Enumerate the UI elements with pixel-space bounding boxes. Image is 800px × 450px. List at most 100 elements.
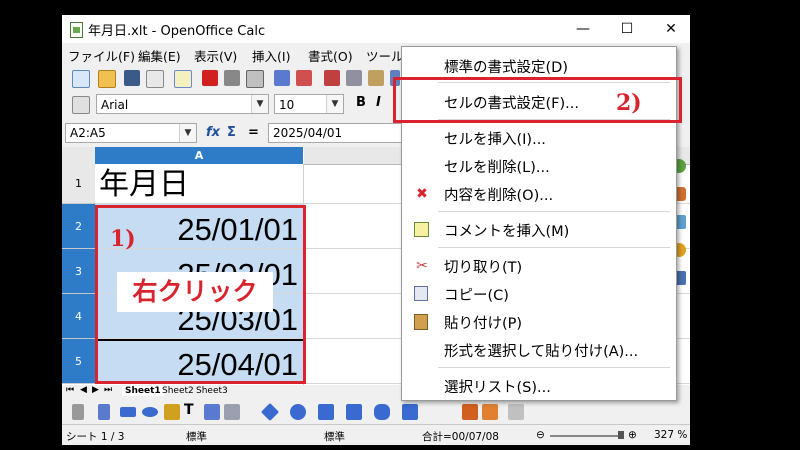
formula-input[interactable]: 2025/04/01 [268,123,402,143]
preview-icon[interactable] [246,70,264,88]
next-sheet-icon[interactable]: ▶ [92,385,99,395]
new-icon[interactable] [72,70,90,88]
menu-item-paste-special[interactable]: 形式を選択して貼り付け(A)... [402,335,676,363]
styles-icon[interactable] [72,96,90,114]
scissors-icon: ✂ [416,258,428,274]
save-icon[interactable] [124,70,140,86]
symbol-shapes-icon[interactable] [290,404,306,420]
tab-sheet3[interactable]: Sheet3 [196,386,228,396]
last-sheet-icon[interactable]: ⏭ [104,385,112,395]
block-arrows-icon[interactable] [318,404,334,420]
row-header-5[interactable]: 5 [62,339,95,384]
formula-bar: A2:A5 ▼ fx Σ = 2025/04/01 [62,121,402,145]
spellcheck-icon[interactable] [274,70,290,86]
select-all-corner[interactable] [62,147,96,165]
bold-button[interactable]: B [356,95,366,110]
from-file-icon[interactable] [462,404,478,420]
annotation-step1: 1) [110,226,136,252]
menu-item-label: 標準の書式設定(D) [444,60,568,76]
tab-sheet1[interactable]: Sheet1 [122,386,164,396]
stars-icon[interactable] [402,404,418,420]
font-size-value: 10 [279,98,295,112]
zoom-out-icon[interactable]: ⊖ [536,429,545,441]
name-box[interactable]: A2:A5 ▼ [65,123,197,143]
zoom-in-icon[interactable]: ⊕ [628,429,637,441]
menu-view[interactable]: 表示(V) [194,46,237,65]
sum-icon[interactable]: Σ [227,125,236,140]
freeform-icon[interactable] [164,404,180,420]
menu-item-label: 貼り付け(P) [444,316,523,332]
cut-icon[interactable] [324,70,340,86]
row-header-4[interactable]: 4 [62,294,95,339]
comment-icon [414,222,429,237]
menu-item-delete-contents[interactable]: ✖ 内容を削除(O)... [402,179,676,207]
font-size-box[interactable]: 10 ▼ [274,94,344,114]
chevron-down-icon[interactable]: ▼ [251,95,268,113]
standard-toolbar [62,65,402,91]
chevron-down-icon[interactable]: ▼ [179,124,196,142]
menu-item-selection-list[interactable]: 選択リスト(S)... [402,371,676,399]
tab-sheet2[interactable]: Sheet2 [162,386,194,396]
paste-tb-icon[interactable] [368,70,384,86]
menu-item-label: 形式を選択して貼り付け(A)... [444,344,639,360]
menu-format[interactable]: 書式(O) [308,46,353,65]
copy-icon [414,286,428,301]
drawing-toolbar: T [62,399,690,423]
text-icon[interactable]: T [184,402,194,418]
chevron-down-icon[interactable]: ▼ [326,95,343,113]
zoom-slider-handle[interactable] [618,431,624,439]
edit-mode-icon[interactable] [174,70,192,88]
menu-item-label: セルを削除(L)... [444,160,550,176]
basic-shapes-icon[interactable] [260,402,280,422]
copy-tb-icon[interactable] [346,70,362,86]
equals-icon[interactable]: = [248,125,259,140]
callout-icon[interactable] [204,404,220,420]
menu-item-insert-comment[interactable]: コメントを挿入(M) [402,215,676,243]
legend-icon[interactable] [224,404,240,420]
fontwork-icon[interactable] [482,404,498,420]
minimize-button[interactable]: — [566,18,600,40]
menu-item-paste[interactable]: 貼り付け(P) [402,307,676,335]
italic-button[interactable]: I [376,95,381,110]
mail-icon[interactable] [146,70,164,88]
menu-item-default-format[interactable]: 標準の書式設定(D) [402,51,676,79]
close-button[interactable]: ✕ [654,18,688,40]
font-name-value: Arial [101,98,129,112]
row-header-1[interactable]: 1 [62,164,95,204]
pdf-icon[interactable] [202,70,218,86]
menu-item-cut[interactable]: ✂ 切り取り(T) [402,251,676,279]
menu-item-insert-cells[interactable]: セルを挿入(I)... [402,123,676,151]
extrusion-icon[interactable] [508,404,524,420]
sheet-indicator: シート 1 / 3 [66,431,125,443]
first-sheet-icon[interactable]: ⏮ [66,385,74,395]
select-arrow-icon[interactable] [72,404,84,420]
line-icon[interactable] [98,404,110,420]
menu-separator [438,211,670,212]
row-header-2[interactable]: 2 [62,204,95,249]
function-wizard-icon[interactable]: fx [206,125,220,140]
menu-edit[interactable]: 編集(E) [138,46,181,65]
paste-icon [414,314,428,330]
ellipse-icon[interactable] [142,407,158,417]
page-style: 標準 [186,431,207,443]
rectangle-icon[interactable] [120,407,136,417]
maximize-button[interactable]: ☐ [610,18,644,40]
zoom-level: 327 % [654,429,688,441]
sum-indicator: 合計=00/07/08 [422,431,499,443]
menu-insert[interactable]: 挿入(I) [252,46,290,65]
menu-item-delete-cells[interactable]: セルを削除(L)... [402,151,676,179]
print-icon[interactable] [224,70,240,86]
prev-sheet-icon[interactable]: ◀ [80,385,87,395]
open-icon[interactable] [98,70,116,88]
status-bar: シート 1 / 3 標準 標準 合計=00/07/08 ⊖ ⊕ 327 % [62,424,690,445]
autospell-icon[interactable] [296,70,312,86]
callouts-icon[interactable] [374,404,390,420]
flowchart-icon[interactable] [346,404,362,420]
menu-item-label: セルを挿入(I)... [444,132,546,148]
font-name-box[interactable]: Arial ▼ [96,94,269,114]
menu-file[interactable]: ファイル(F) [68,46,135,65]
row-header-3[interactable]: 3 [62,249,95,294]
cell-a1[interactable]: 年月日 [95,164,303,204]
menu-item-copy[interactable]: コピー(C) [402,279,676,307]
zoom-slider[interactable] [550,435,620,437]
